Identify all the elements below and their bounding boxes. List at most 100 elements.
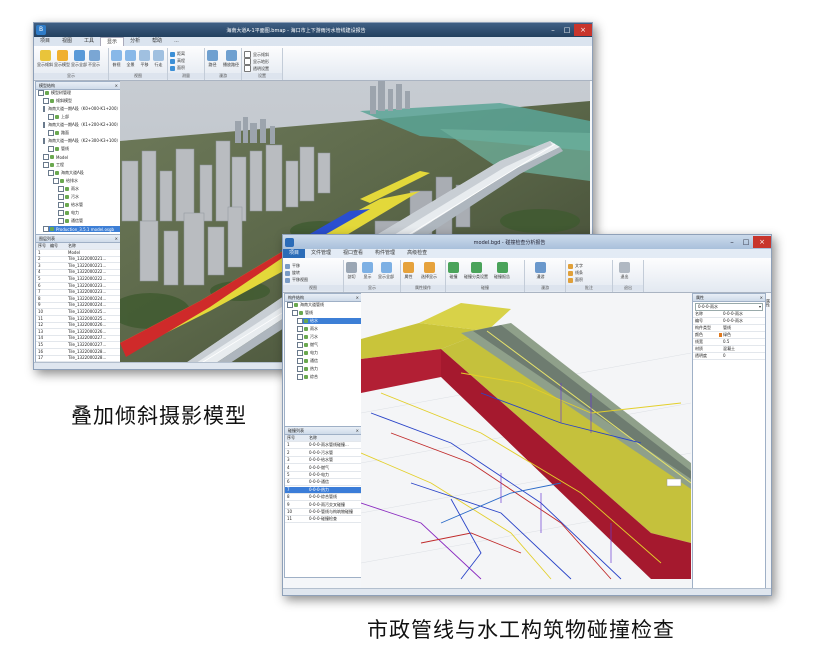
checkbox[interactable] — [43, 122, 45, 128]
tree-node[interactable]: 雨水 — [297, 326, 361, 332]
pan-view-button[interactable]: 平移视图 — [285, 277, 308, 283]
terrain-toggle[interactable]: 显示地形 — [244, 58, 269, 65]
checkbox[interactable] — [58, 210, 64, 216]
tree-node[interactable]: 管线 — [292, 310, 361, 316]
checkbox[interactable] — [58, 186, 64, 192]
tree-node[interactable]: 海南大道—期A段（K0+000-K1+200）工程 — [43, 106, 120, 112]
play-path-button[interactable]: 播放路径 — [223, 50, 239, 68]
properties-dropdown[interactable]: 0-0-0-雨水 ▾ — [695, 303, 763, 311]
tree-node[interactable]: 雨水 — [58, 186, 120, 192]
column-header[interactable]: 名称 — [68, 243, 76, 249]
transparency-toggle[interactable]: 透明设置 — [244, 65, 269, 72]
checkbox[interactable] — [48, 146, 54, 152]
tree-node[interactable]: 海南大道—期A段（K2+300-K3+100）工程 — [43, 138, 120, 144]
checkbox[interactable] — [297, 358, 303, 364]
hide-button[interactable]: 不显示 — [88, 50, 100, 68]
show-all-button[interactable]: 显示全部 — [71, 50, 87, 68]
menu-analysis[interactable]: 分析 — [124, 37, 146, 46]
maximize-icon[interactable]: □ — [560, 24, 574, 36]
property-value[interactable]: 绿色 — [723, 332, 731, 338]
menu-view[interactable]: 视图 — [56, 37, 78, 46]
tree-node[interactable]: 倾斜模型 — [43, 98, 120, 104]
tree-node[interactable]: 上部 — [48, 114, 120, 120]
table-row[interactable]: 4 0-0-0-燃气 — [285, 465, 361, 472]
menu-file[interactable]: 文件管理 — [305, 249, 337, 258]
tree-node[interactable]: 电力 — [58, 210, 120, 216]
table-row[interactable]: 8 0-0-0-综合管线 — [285, 494, 361, 502]
checkbox[interactable] — [297, 374, 303, 380]
tree-node[interactable]: Production_3.5.1 model.osgb — [43, 226, 120, 232]
roam-button[interactable]: 漫游 — [535, 262, 546, 280]
property-row[interactable]: 构件类型 管线 — [693, 325, 765, 332]
property-button[interactable]: 属性 — [403, 262, 414, 280]
measure-distance-button[interactable]: 距离 — [170, 51, 185, 57]
menu-help[interactable]: 帮助 — [146, 37, 168, 46]
tree-node[interactable]: 电力 — [297, 350, 361, 356]
select-show-button[interactable]: 选择显示 — [421, 262, 437, 280]
column-header[interactable]: 名称 — [309, 435, 317, 441]
property-value[interactable]: 0-0-0-雨水 — [723, 311, 743, 317]
checkbox[interactable] — [297, 342, 303, 348]
checkbox[interactable] — [53, 178, 59, 184]
menu-display[interactable]: 显示 — [100, 36, 125, 47]
tree-node[interactable]: 污水 — [58, 194, 120, 200]
tree-node[interactable]: 路面 — [48, 130, 120, 136]
show-model-button[interactable]: 显示模型 — [54, 50, 70, 68]
tree-node[interactable]: 模型树管理 — [38, 90, 120, 96]
minimize-icon[interactable]: – — [546, 24, 560, 36]
property-value[interactable]: 混凝土 — [723, 346, 735, 352]
table-row[interactable]: 11 0-0-0-碰撞检查 — [285, 516, 361, 524]
checkbox[interactable] — [38, 90, 44, 96]
checkbox[interactable] — [48, 114, 54, 120]
checkbox[interactable] — [43, 138, 45, 144]
pan-button[interactable]: 平移 — [139, 50, 150, 68]
checkbox[interactable] — [43, 154, 49, 160]
property-row[interactable]: 线宽 0.5 — [693, 339, 765, 346]
tree-node[interactable]: 海南大道管线 — [287, 302, 361, 308]
property-row[interactable]: 编号 0-0-0-雨水 — [693, 318, 765, 325]
text-note-button[interactable]: 文字 — [568, 263, 583, 269]
checkbox[interactable] — [43, 98, 49, 104]
checkbox[interactable] — [297, 350, 303, 356]
checkbox[interactable] — [43, 162, 49, 168]
checkbox[interactable] — [287, 302, 293, 308]
menu-more[interactable]: ... — [168, 37, 185, 46]
clash-button[interactable]: 碰撞 — [448, 262, 459, 280]
app-logo[interactable]: B — [36, 25, 46, 35]
property-row[interactable]: 颜色 绿色 — [693, 332, 765, 339]
checkbox[interactable] — [48, 130, 54, 136]
close-icon[interactable]: × — [574, 24, 592, 36]
tree-node[interactable]: 工程 — [43, 162, 120, 168]
color-swatch[interactable] — [719, 333, 722, 337]
side-tab-properties[interactable]: 属性 — [765, 299, 771, 307]
measure-height-button[interactable]: 高程 — [170, 58, 185, 64]
property-value[interactable]: 管线 — [723, 325, 731, 331]
tree-node[interactable]: 给水管 — [58, 202, 120, 208]
table-row[interactable]: 6 0-0-0-通信 — [285, 479, 361, 487]
property-value[interactable]: 0.5 — [723, 339, 729, 345]
checkbox[interactable] — [48, 170, 54, 176]
tree-node[interactable]: 通信管 — [58, 218, 120, 224]
checkbox[interactable] — [58, 202, 64, 208]
menu-advanced[interactable]: 高级检查 — [401, 249, 433, 258]
menu-project[interactable]: 项目 — [283, 249, 306, 258]
tree-node[interactable]: 污水 — [297, 334, 361, 340]
show-all-button[interactable]: 显示全部 — [378, 262, 394, 280]
column-header[interactable]: 编号 — [50, 243, 58, 249]
table-row[interactable]: 5 0-0-0-电力 — [285, 472, 361, 479]
table-row[interactable]: 10 0-0-0-管线与构筑物碰撞 — [285, 509, 361, 516]
property-row[interactable]: 材质 混凝土 — [693, 346, 765, 353]
walk-button[interactable]: 行走 — [153, 50, 164, 68]
menu-tools[interactable]: 工具 — [78, 37, 100, 46]
checkbox[interactable] — [297, 318, 303, 324]
table-row[interactable]: 3 0-0-0-给水管 — [285, 457, 361, 465]
table-row[interactable]: 1 0-0-0-雨水管线碰撞... — [285, 442, 361, 450]
checkbox[interactable] — [297, 366, 303, 372]
clash-report-button[interactable]: 碰撞报告 — [494, 262, 510, 280]
table-row[interactable]: 2 0-0-0-污水管 — [285, 450, 361, 457]
property-value[interactable]: 0 — [723, 353, 726, 359]
property-row[interactable]: 透明度 0 — [693, 353, 765, 360]
tree-node[interactable]: 给排水 — [53, 178, 120, 184]
app-logo-icon[interactable] — [285, 237, 294, 247]
top-view-button[interactable]: 俯视 — [111, 50, 122, 68]
